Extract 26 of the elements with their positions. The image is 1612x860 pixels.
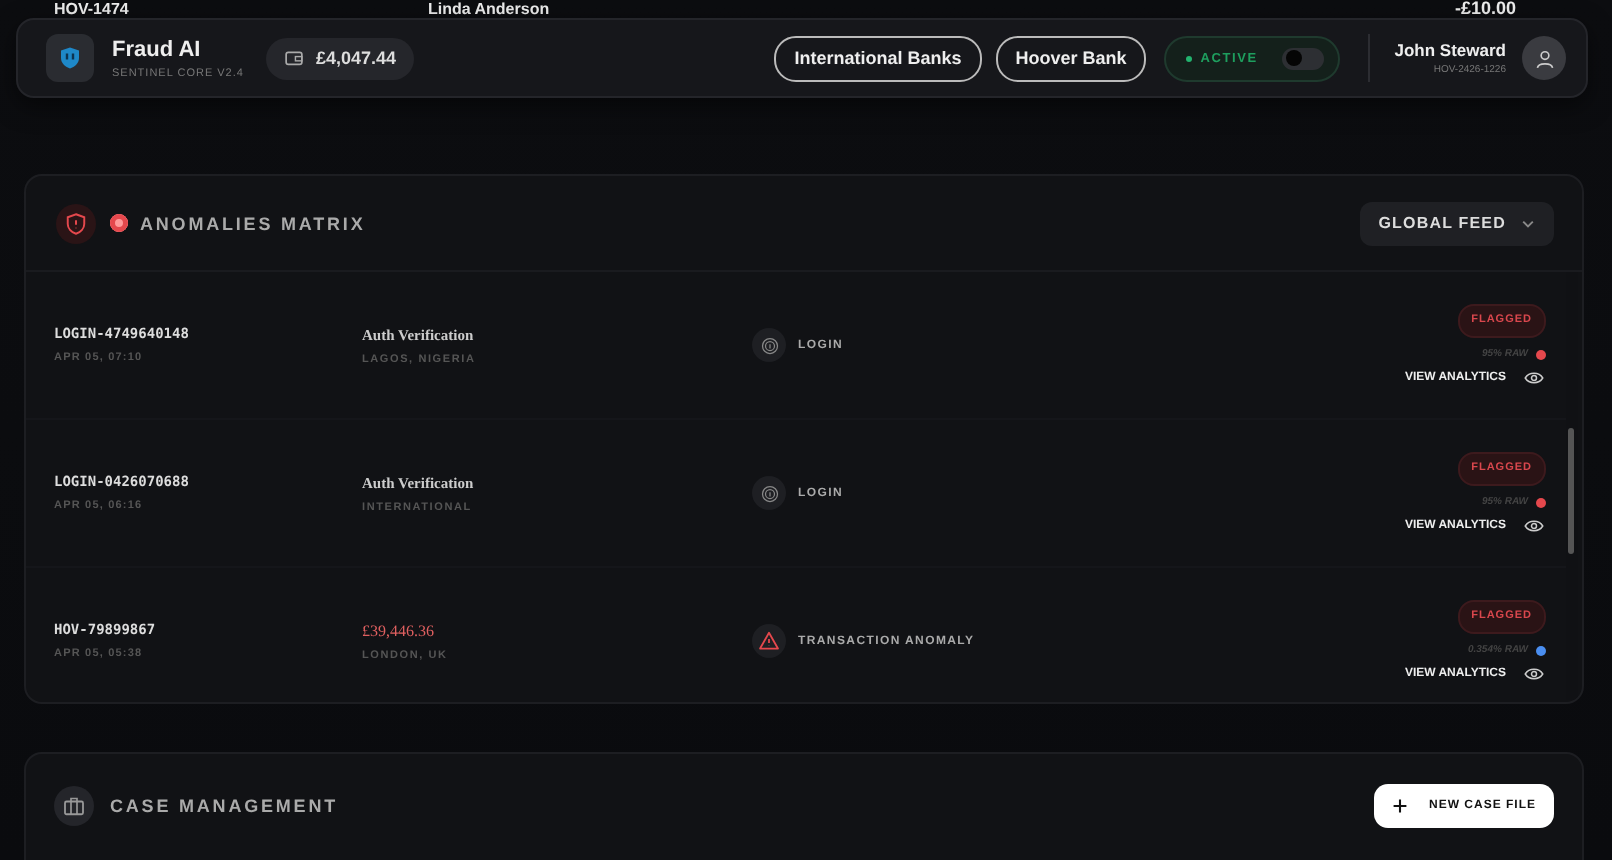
app-title: Fraud AI (112, 37, 203, 61)
panel-title: ANOMALIES MATRIX (140, 213, 366, 233)
eye-icon (1524, 518, 1544, 534)
customer-name: Linda Anderson (428, 0, 552, 18)
alert-dot (110, 214, 128, 232)
briefcase-icon (54, 786, 94, 826)
chevron-down-icon (1520, 215, 1536, 231)
transaction-amount: -£10.00 (1454, 0, 1516, 18)
feed-dropdown[interactable]: GLOBAL FEED (1360, 201, 1554, 245)
record-detail: £39,446.36 (362, 621, 436, 639)
plus-icon (1392, 798, 1409, 814)
status-toggle[interactable] (1282, 47, 1325, 69)
bank-button[interactable]: Hoover Bank (995, 35, 1147, 81)
transaction-id: HOV-1474 (54, 0, 131, 18)
eye-icon (1524, 666, 1544, 682)
user-name: John Steward (1394, 40, 1506, 60)
panel-title: CASE MANAGEMENT (110, 796, 339, 816)
bank-button[interactable]: International Banks (774, 35, 982, 81)
eye-icon (1524, 370, 1544, 386)
balance-amount: £4,047.44 (315, 48, 396, 68)
shield-icon (58, 46, 82, 70)
avatar-button[interactable] (1522, 36, 1566, 80)
wallet-icon (283, 48, 304, 68)
shield-alert-icon (56, 203, 96, 243)
user-icon (1533, 47, 1555, 69)
warning-icon (752, 624, 786, 658)
